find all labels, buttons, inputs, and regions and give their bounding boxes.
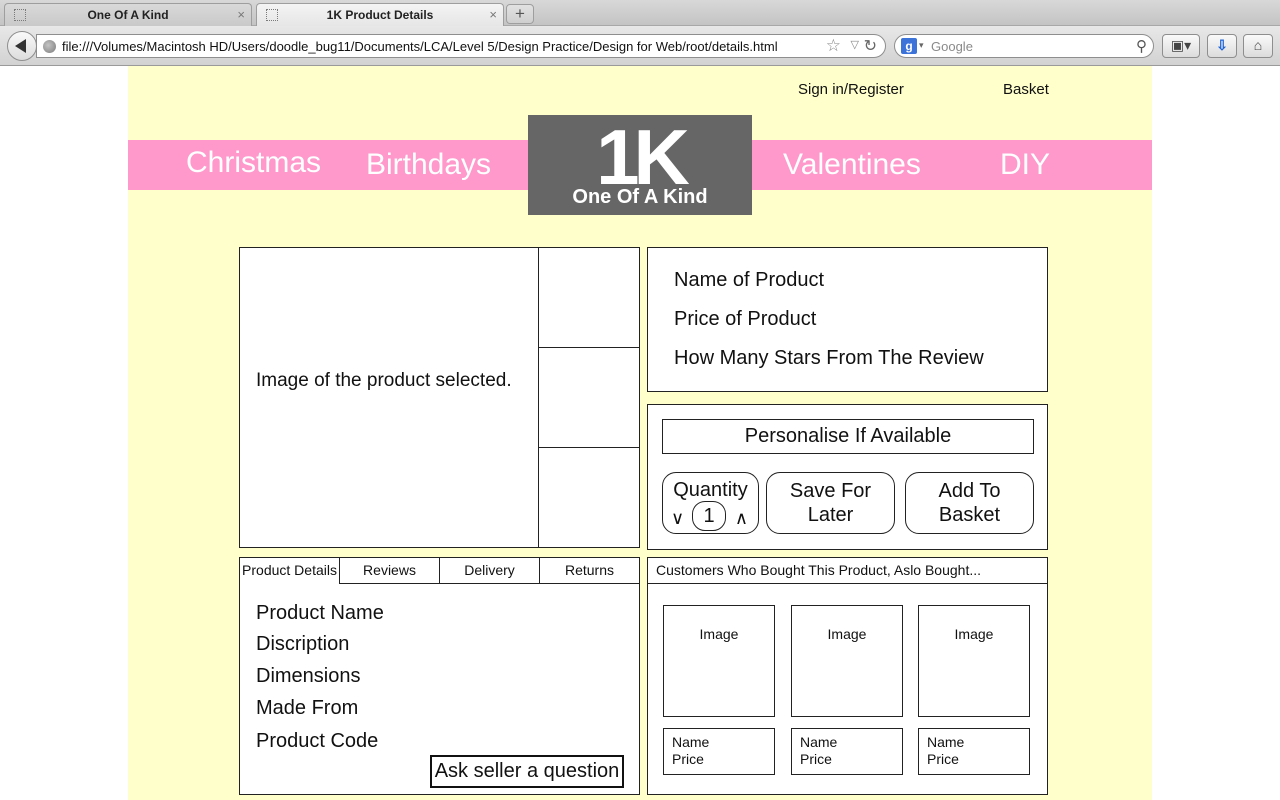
save-for-later-button[interactable]: Save For Later bbox=[766, 472, 895, 534]
browser-tab[interactable]: One Of A Kind × bbox=[4, 3, 252, 26]
details-tabs: Product Details Reviews Delivery Returns bbox=[240, 558, 639, 584]
google-icon[interactable]: g bbox=[901, 38, 917, 54]
nav-birthdays[interactable]: Birthdays bbox=[366, 148, 491, 182]
close-icon[interactable]: × bbox=[489, 7, 497, 22]
browser-tab-active[interactable]: 1K Product Details × bbox=[256, 3, 504, 26]
related-name: Name bbox=[800, 734, 838, 750]
bookmarks-button[interactable]: ▣▾ bbox=[1162, 34, 1200, 58]
product-name: Name of Product bbox=[674, 269, 825, 291]
logo-text: One Of A Kind bbox=[572, 186, 708, 208]
browser-nav-bar: file:///Volumes/Macintosh HD/Users/doodl… bbox=[0, 26, 1280, 66]
sign-in-link[interactable]: Sign in/Register bbox=[798, 81, 904, 98]
close-icon[interactable]: × bbox=[237, 7, 245, 22]
add-to-basket-button[interactable]: Add To Basket bbox=[905, 472, 1034, 534]
chevron-down-icon[interactable]: ▾ bbox=[919, 40, 924, 51]
thumbnail-2[interactable] bbox=[538, 348, 639, 448]
back-button[interactable] bbox=[7, 31, 37, 61]
tab-product-details[interactable]: Product Details bbox=[240, 558, 340, 584]
tab-reviews[interactable]: Reviews bbox=[340, 558, 440, 584]
related-price: Price bbox=[927, 751, 959, 767]
tab-returns[interactable]: Returns bbox=[540, 558, 639, 584]
thumbnail-1[interactable] bbox=[538, 248, 639, 348]
nav-valentines[interactable]: Valentines bbox=[783, 148, 921, 182]
url-text[interactable]: file:///Volumes/Macintosh HD/Users/doodl… bbox=[62, 39, 778, 54]
related-name: Name bbox=[927, 734, 965, 750]
search-icon[interactable]: ⚲ bbox=[1136, 37, 1147, 55]
related-name: Name bbox=[672, 734, 710, 750]
detail-description: Discription bbox=[256, 633, 350, 655]
detail-product-code: Product Code bbox=[256, 730, 379, 752]
product-details-panel: Product Details Reviews Delivery Returns… bbox=[239, 557, 640, 795]
quantity-label: Quantity bbox=[673, 479, 748, 501]
search-bar[interactable]: g ▾ Google ⚲ bbox=[894, 34, 1154, 58]
chevron-up-icon[interactable]: ∧ bbox=[735, 506, 748, 530]
basket-link[interactable]: Basket bbox=[1003, 81, 1049, 98]
tab-title: 1K Product Details bbox=[326, 8, 434, 22]
product-summary: Name of Product Price of Product How Man… bbox=[647, 247, 1048, 392]
search-input[interactable]: Google bbox=[931, 39, 973, 54]
quantity-stepper: Quantity ∨ 1 ∧ bbox=[662, 472, 759, 534]
page-icon bbox=[14, 9, 26, 21]
product-price: Price of Product bbox=[674, 308, 817, 330]
related-image[interactable]: Image bbox=[663, 605, 775, 717]
tab-title: One Of A Kind bbox=[87, 8, 169, 22]
download-icon[interactable]: ⇩ bbox=[1207, 34, 1237, 58]
nav-christmas[interactable]: Christmas bbox=[186, 146, 321, 180]
chevron-down-icon[interactable]: ∨ bbox=[671, 506, 684, 530]
home-icon[interactable]: ⌂ bbox=[1243, 34, 1273, 58]
detail-made-from: Made From bbox=[256, 697, 359, 719]
browser-tab-bar: One Of A Kind × 1K Product Details × + bbox=[0, 0, 1280, 26]
page: Sign in/Register Basket Christmas Birthd… bbox=[128, 66, 1152, 800]
related-info[interactable]: Name Price bbox=[791, 728, 903, 775]
related-header: Customers Who Bought This Product, Aslo … bbox=[648, 558, 1047, 584]
main-product-image[interactable]: Image of the product selected. bbox=[256, 370, 512, 392]
related-price: Price bbox=[672, 751, 704, 767]
purchase-actions: Personalise If Available Quantity ∨ 1 ∧ … bbox=[647, 404, 1048, 550]
related-info[interactable]: Name Price bbox=[918, 728, 1030, 775]
related-info[interactable]: Name Price bbox=[663, 728, 775, 775]
nav-diy[interactable]: DIY bbox=[1000, 148, 1050, 182]
review-stars: How Many Stars From The Review bbox=[674, 347, 984, 369]
site-logo[interactable]: 1K One Of A Kind bbox=[528, 115, 752, 215]
history-dropdown-icon[interactable]: ▽ bbox=[851, 38, 859, 51]
address-bar[interactable]: file:///Volumes/Macintosh HD/Users/doodl… bbox=[36, 34, 886, 58]
ask-seller-button[interactable]: Ask seller a question bbox=[430, 755, 624, 788]
related-products-panel: Customers Who Bought This Product, Aslo … bbox=[647, 557, 1048, 795]
detail-dimensions: Dimensions bbox=[256, 665, 361, 687]
back-arrow-icon bbox=[15, 39, 26, 53]
tab-delivery[interactable]: Delivery bbox=[440, 558, 540, 584]
new-tab-button[interactable]: + bbox=[506, 4, 534, 24]
detail-product-name: Product Name bbox=[256, 602, 384, 624]
related-image[interactable]: Image bbox=[791, 605, 903, 717]
thumbnail-3[interactable] bbox=[538, 448, 639, 547]
related-price: Price bbox=[800, 751, 832, 767]
bookmark-star-icon[interactable]: ☆ bbox=[826, 36, 841, 56]
personalise-input[interactable]: Personalise If Available bbox=[662, 419, 1034, 454]
globe-icon bbox=[43, 40, 56, 53]
related-image[interactable]: Image bbox=[918, 605, 1030, 717]
reload-icon[interactable]: ↻ bbox=[864, 36, 877, 56]
page-icon bbox=[266, 9, 278, 21]
product-image-panel: Image of the product selected. bbox=[239, 247, 640, 548]
quantity-value[interactable]: 1 bbox=[692, 501, 726, 531]
